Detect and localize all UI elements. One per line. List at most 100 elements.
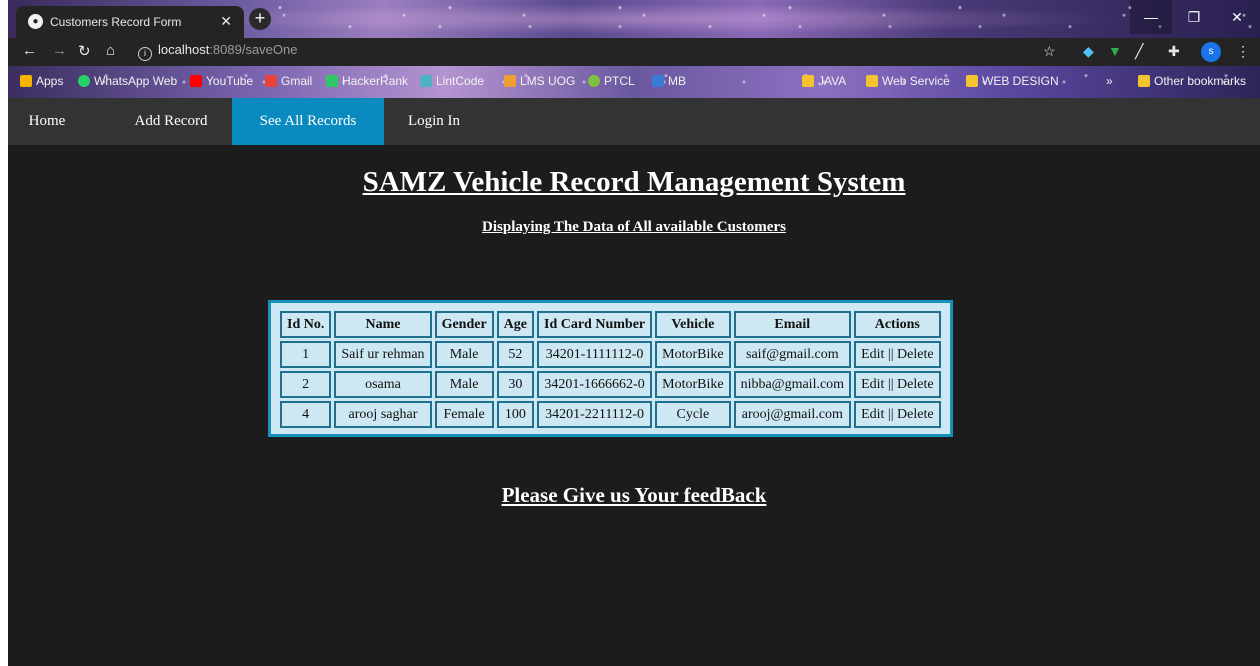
- folder-icon: [1138, 75, 1150, 87]
- bookmark-apps[interactable]: Apps: [20, 74, 63, 88]
- new-tab-button[interactable]: +: [249, 8, 271, 30]
- more-bookmarks-icon[interactable]: »: [1106, 74, 1113, 88]
- id-cell: 4: [280, 401, 332, 428]
- delete-link[interactable]: Delete: [897, 377, 934, 392]
- email-cell: arooj@gmail.com: [733, 401, 852, 428]
- extension-icon[interactable]: ╱: [1135, 43, 1143, 60]
- table-row: 4 arooj saghar Female 100 34201-2211112-…: [280, 401, 941, 428]
- bookmark-other[interactable]: Other bookmarks: [1138, 74, 1246, 88]
- bookmark-ptcl[interactable]: PTCL: [588, 74, 635, 88]
- bookmark-lms[interactable]: LMS UOG: [504, 74, 575, 88]
- bookmark-gmail[interactable]: Gmail: [265, 74, 312, 88]
- table-row: 1 Saif ur rehman Male 52 34201-1111112-0…: [280, 341, 941, 368]
- shield-icon[interactable]: ▼: [1108, 43, 1122, 59]
- restore-button[interactable]: ❐: [1173, 0, 1215, 34]
- ptcl-icon: [588, 75, 600, 87]
- puzzle-icon[interactable]: ✚: [1168, 43, 1180, 60]
- customers-table-container: Id No. Name Gender Age Id Card Number Ve…: [268, 300, 953, 437]
- bookmark-hackerrank[interactable]: HackerRank: [326, 74, 408, 88]
- feedback-heading[interactable]: Please Give us Your feedBack: [8, 483, 1260, 508]
- extension-icon[interactable]: ◆: [1083, 43, 1094, 60]
- id-cell: 1: [280, 341, 332, 368]
- delete-link[interactable]: Delete: [897, 347, 934, 362]
- page-title: SAMZ Vehicle Record Management System: [362, 166, 906, 198]
- star-icon[interactable]: ☆: [1043, 43, 1056, 60]
- back-arrow-icon[interactable]: ←: [22, 42, 37, 59]
- tab-title: Customers Record Form: [50, 15, 182, 29]
- vehicle-cell: Cycle: [655, 401, 731, 428]
- actions-cell: Edit || Delete: [854, 371, 941, 398]
- edit-link[interactable]: Edit: [861, 407, 884, 422]
- action-separator: ||: [887, 406, 894, 422]
- nav-login[interactable]: Login In: [384, 98, 484, 145]
- gmail-icon: [265, 75, 277, 87]
- name-cell: osama: [334, 371, 432, 398]
- reload-icon[interactable]: ↻: [78, 42, 91, 60]
- browser-tab[interactable]: ● Customers Record Form ✕: [16, 6, 244, 38]
- bookmark-youtube[interactable]: YouTube: [190, 74, 253, 88]
- column-header: Id No.: [280, 311, 332, 338]
- column-header: Gender: [434, 311, 494, 338]
- download-icon: [652, 75, 664, 87]
- tab-strip: ● Customers Record Form ✕ + — ❐ ✕: [8, 0, 1260, 38]
- age-cell: 30: [496, 371, 534, 398]
- hackerrank-icon: [326, 75, 338, 87]
- age-cell: 52: [496, 341, 534, 368]
- close-window-button[interactable]: ✕: [1216, 0, 1258, 34]
- customers-table: Id No. Name Gender Age Id Card Number Ve…: [277, 308, 944, 431]
- delete-link[interactable]: Delete: [897, 407, 934, 422]
- nav-home[interactable]: Home: [8, 98, 86, 145]
- table-row: 2 osama Male 30 34201-1666662-0 MotorBik…: [280, 371, 941, 398]
- bookmark-lintcode[interactable]: LintCode: [420, 74, 484, 88]
- folder-icon: [802, 75, 814, 87]
- action-separator: ||: [887, 346, 894, 362]
- id-card-cell: 34201-2211112-0: [537, 401, 653, 428]
- nav-see-all-records[interactable]: See All Records: [232, 98, 384, 145]
- id-card-cell: 34201-1666662-0: [537, 371, 653, 398]
- edit-link[interactable]: Edit: [861, 377, 884, 392]
- table-header-row: Id No. Name Gender Age Id Card Number Ve…: [280, 311, 941, 338]
- bookmark-web-service[interactable]: Web Service: [866, 74, 950, 88]
- column-header: Vehicle: [655, 311, 731, 338]
- id-cell: 2: [280, 371, 332, 398]
- browser-window: ● Customers Record Form ✕ + — ❐ ✕ ← → ↻ …: [8, 0, 1260, 666]
- column-header: Age: [496, 311, 534, 338]
- column-header: Email: [733, 311, 852, 338]
- email-cell: nibba@gmail.com: [733, 371, 852, 398]
- column-header: Name: [334, 311, 432, 338]
- email-cell: saif@gmail.com: [733, 341, 852, 368]
- forward-arrow-icon[interactable]: →: [52, 42, 67, 59]
- home-icon[interactable]: ⌂: [106, 42, 115, 59]
- bookmark-web-design[interactable]: WEB DESIGN: [966, 74, 1059, 88]
- youtube-icon: [190, 75, 202, 87]
- edit-link[interactable]: Edit: [861, 347, 884, 362]
- avatar[interactable]: s: [1201, 42, 1221, 62]
- close-tab-icon[interactable]: ✕: [220, 13, 232, 30]
- bookmark-java[interactable]: JAVA: [802, 74, 846, 88]
- column-header: Id Card Number: [537, 311, 653, 338]
- age-cell: 100: [496, 401, 534, 428]
- bookmarks-bar: Apps WhatsApp Web YouTube Gmail HackerRa…: [8, 66, 1260, 98]
- address-bar[interactable]: i localhost:8089/saveOne: [138, 42, 1218, 62]
- action-separator: ||: [887, 376, 894, 392]
- apps-icon: [20, 75, 32, 87]
- actions-cell: Edit || Delete: [854, 341, 941, 368]
- minimize-button[interactable]: —: [1130, 0, 1172, 34]
- name-cell: arooj saghar: [334, 401, 432, 428]
- whatsapp-icon: [78, 75, 90, 87]
- info-icon[interactable]: i: [138, 47, 152, 61]
- folder-icon: [966, 75, 978, 87]
- bookmark-whatsapp[interactable]: WhatsApp Web: [78, 74, 177, 88]
- vehicle-cell: MotorBike: [655, 371, 731, 398]
- bookmark-mb[interactable]: MB: [652, 74, 686, 88]
- gender-cell: Male: [434, 341, 494, 368]
- menu-icon[interactable]: ⋮: [1236, 43, 1250, 60]
- nav-add-record[interactable]: Add Record: [116, 98, 226, 145]
- page-subtitle: Displaying The Data of All available Cus…: [482, 219, 786, 235]
- url-path: :8089/saveOne: [209, 42, 298, 57]
- globe-icon: ●: [28, 14, 43, 29]
- gender-cell: Female: [434, 401, 494, 428]
- top-navigation: Home Add Record See All Records Login In: [8, 98, 1260, 145]
- vehicle-cell: MotorBike: [655, 341, 731, 368]
- column-header: Actions: [854, 311, 941, 338]
